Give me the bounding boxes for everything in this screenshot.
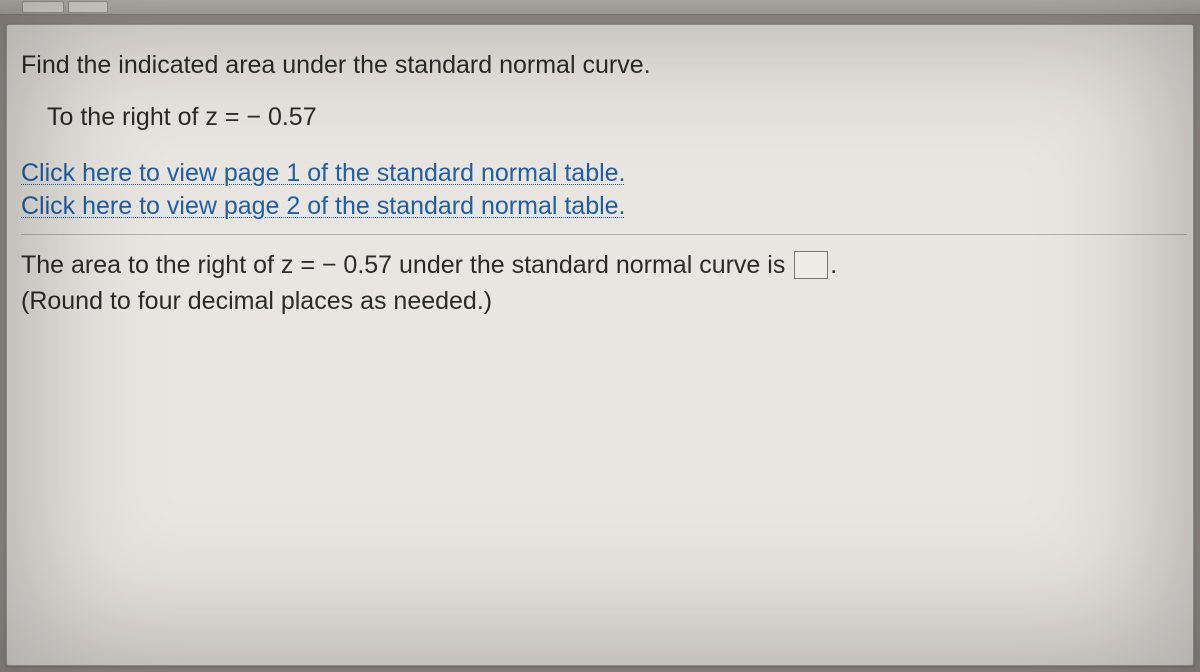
link-standard-normal-table-page2[interactable]: Click here to view page 2 of the standar… [21,192,626,220]
reference-links: Click here to view page 1 of the standar… [21,157,1187,225]
answer-prefix-text: The area to the right of z = − 0.57 unde… [21,251,792,279]
question-prompt: Find the indicated area under the standa… [21,49,1187,83]
rounding-instruction: (Round to four decimal places as needed.… [21,285,1187,319]
toolbar-button[interactable] [68,1,108,13]
toolbar-strip [0,0,1200,15]
answer-suffix-text: . [830,251,837,279]
link-standard-normal-table-page1[interactable]: Click here to view page 1 of the standar… [21,159,626,187]
toolbar-button[interactable] [22,1,64,13]
answer-input[interactable] [794,251,828,279]
question-subprompt: To the right of z = − 0.57 [21,101,1187,135]
question-panel: Find the indicated area under the standa… [6,24,1194,666]
section-divider [21,234,1187,235]
answer-section: The area to the right of z = − 0.57 unde… [21,249,1187,319]
